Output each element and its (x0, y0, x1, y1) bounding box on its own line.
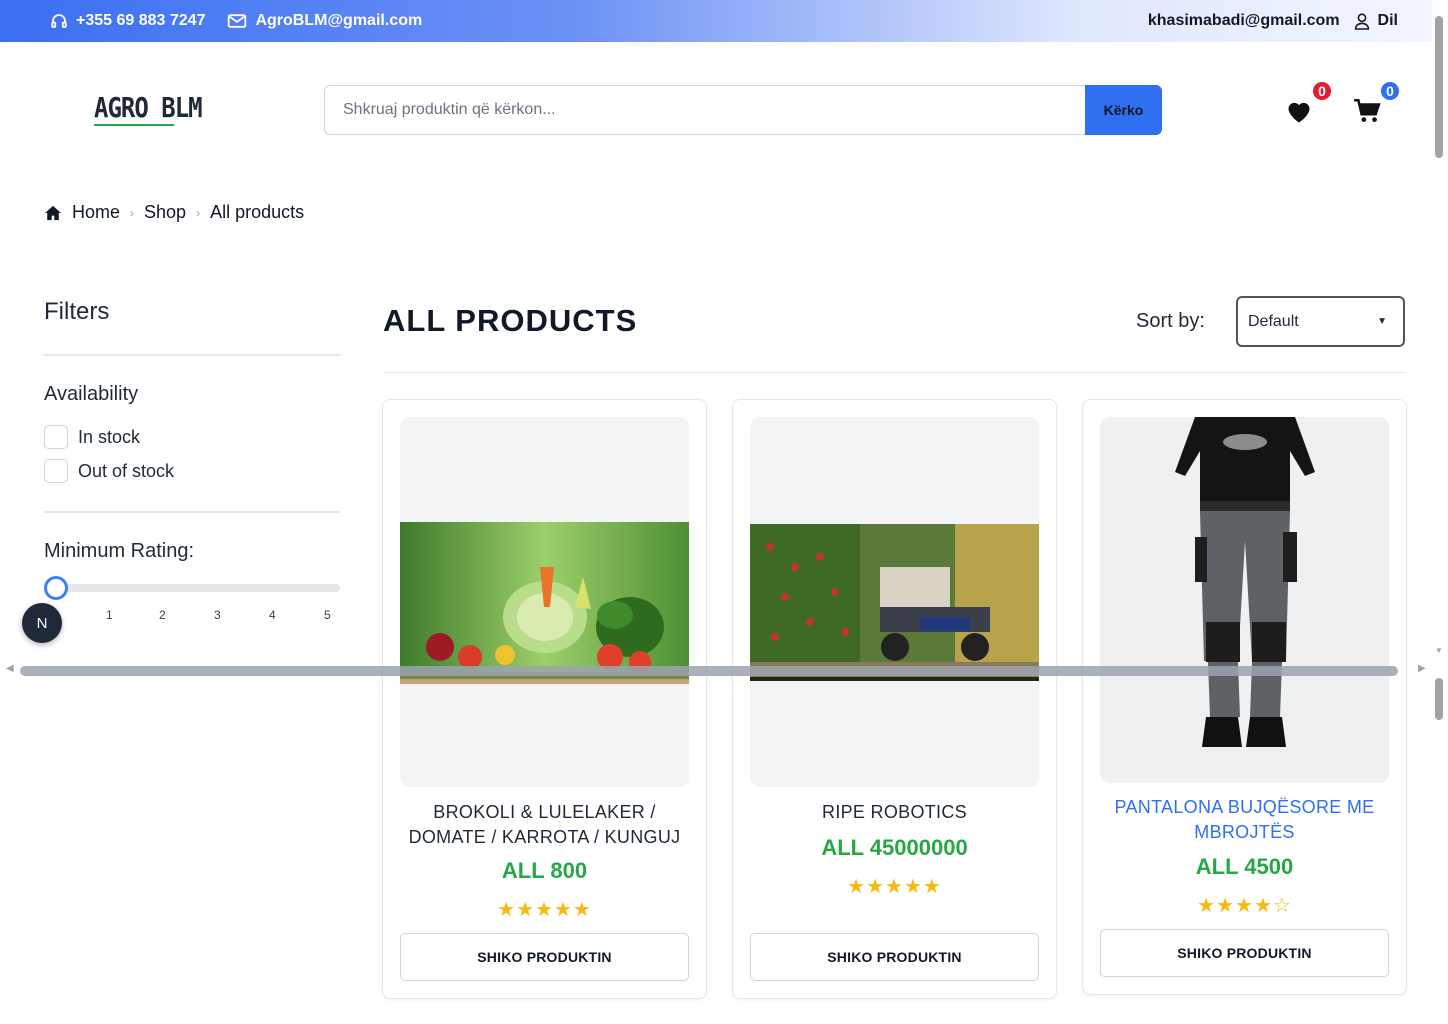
main-divider (383, 372, 1405, 373)
vegetables-image (400, 522, 689, 684)
product-image-vegetables[interactable] (400, 417, 689, 787)
filters-title: Filters (44, 298, 110, 325)
floating-n-badge[interactable]: N (22, 603, 62, 643)
product-name-line: BROKOLI & LULELAKER / (433, 802, 656, 822)
product-price: ALL 800 (501, 858, 588, 883)
out-of-stock-filter[interactable]: Out of stock (44, 459, 174, 483)
product-price: ALL 45000000 (821, 835, 968, 860)
chevron-right-icon: › (130, 205, 135, 220)
heart-icon (1288, 102, 1310, 123)
scroll-left-arrow-icon[interactable]: ◀ (6, 663, 14, 674)
wishlist-badge: 0 (1311, 80, 1333, 102)
sort-label: Sort by: (1136, 310, 1205, 332)
cart-badge: 0 (1379, 80, 1401, 102)
horizontal-scrollbar[interactable] (20, 666, 1398, 676)
product-card[interactable]: RIPE ROBOTICS ALL 45000000 ★★★★★ SHIKO P… (732, 399, 1057, 999)
product-name[interactable]: RIPE ROBOTICS (743, 800, 1046, 825)
out-of-stock-label: Out of stock (78, 460, 175, 481)
rating-title: Minimum Rating: (44, 540, 195, 562)
breadcrumb-shop[interactable]: Shop (144, 202, 186, 223)
product-price: ALL 4500 (1195, 854, 1294, 879)
product-card[interactable]: BROKOLI & LULELAKER / DOMATE / KARROTA /… (382, 399, 707, 999)
product-image-robotics[interactable] (750, 417, 1039, 787)
headset-icon (51, 14, 67, 28)
user-email[interactable]: khasimabadi@gmail.com (1148, 12, 1340, 30)
robotics-image (750, 524, 1039, 681)
sort-select[interactable]: Default ▼ (1236, 296, 1405, 347)
rating-slider-track[interactable] (56, 584, 340, 592)
product-rating-stars: ★★★★★ (497, 899, 592, 921)
scroll-right-arrow-icon[interactable]: ▶ (1418, 663, 1426, 674)
availability-divider (44, 511, 340, 513)
sort-value: Default (1248, 312, 1299, 330)
rating-tick: 2 (159, 608, 166, 622)
wishlist-button[interactable]: 0 (1285, 80, 1333, 124)
topbar-account: khasimabadi@gmail.com Dil (1148, 12, 1398, 30)
breadcrumb-home[interactable]: Home (72, 202, 120, 223)
breadcrumb-current: All products (210, 202, 305, 222)
caret-down-icon: ▼ (1377, 316, 1387, 327)
search-input[interactable] (324, 85, 1085, 135)
rating-tick: 5 (324, 608, 331, 622)
product-name-line: PANTALONA BUJQËSORE ME (1114, 797, 1375, 817)
cart-button[interactable]: 0 (1353, 80, 1401, 124)
filters-divider (44, 354, 340, 356)
language-selector[interactable]: Dil (1354, 12, 1398, 30)
logo-underline (94, 124, 174, 126)
out-of-stock-checkbox[interactable] (44, 459, 68, 483)
user-icon (1354, 13, 1369, 30)
topbar-contact: +355 69 883 7247 AgroBLM@gmail.com (50, 12, 436, 30)
product-name[interactable]: BROKOLI & LULELAKER / DOMATE / KARROTA /… (393, 800, 696, 850)
product-image-pants[interactable] (1100, 417, 1389, 783)
rating-tick: 4 (269, 608, 276, 622)
product-rating-stars: ★★★★★ (847, 876, 942, 898)
rating-slider-thumb[interactable] (44, 576, 68, 600)
product-name-line: DOMATE / KARROTA / KUNGUJ (408, 827, 681, 847)
view-product-button[interactable]: SHIKO PRODUKTIN (750, 933, 1039, 981)
language-label: Dil (1377, 12, 1398, 29)
product-rating-stars: ★★★★☆ (1197, 895, 1292, 917)
vertical-scrollbar-top[interactable] (1435, 16, 1443, 158)
home-icon (45, 205, 61, 220)
phone-number: +355 69 883 7247 (76, 12, 206, 29)
envelope-icon (228, 14, 247, 28)
product-name-line: RIPE ROBOTICS (822, 802, 967, 822)
product-name-line: MBROJTËS (1194, 822, 1295, 842)
topbar-email[interactable]: AgroBLM@gmail.com (227, 12, 422, 30)
product-card[interactable]: PANTALONA BUJQËSORE ME MBROJTËS ALL 4500… (1082, 399, 1407, 995)
in-stock-checkbox[interactable] (44, 425, 68, 449)
search-button[interactable]: Kërko (1085, 85, 1162, 135)
availability-title: Availability (44, 383, 139, 405)
breadcrumb: Home › Shop › All products (44, 202, 304, 223)
work-pants-image (1175, 417, 1315, 747)
view-product-button[interactable]: SHIKO PRODUKTIN (400, 933, 689, 981)
in-stock-filter[interactable]: In stock (44, 425, 140, 449)
view-product-button[interactable]: SHIKO PRODUKTIN (1100, 929, 1389, 977)
vertical-scrollbar-bottom[interactable] (1435, 678, 1443, 720)
product-name[interactable]: PANTALONA BUJQËSORE ME MBROJTËS (1093, 795, 1396, 845)
topbar-phone[interactable]: +355 69 883 7247 (50, 12, 205, 30)
site-logo[interactable]: AGRO BLM (94, 92, 203, 124)
rating-tick: 3 (214, 608, 221, 622)
chevron-right-icon: › (196, 205, 201, 220)
contact-email: AgroBLM@gmail.com (255, 12, 423, 29)
cart-icon (1354, 98, 1381, 122)
top-bar: +355 69 883 7247 AgroBLM@gmail.com khasi… (0, 0, 1432, 42)
search-bar: Kërko (324, 85, 1162, 135)
rating-tick: 1 (106, 608, 113, 622)
in-stock-label: In stock (78, 426, 141, 447)
scroll-down-arrow-icon[interactable]: ▼ (1435, 646, 1443, 655)
page-title: ALL PRODUCTS (383, 303, 638, 338)
